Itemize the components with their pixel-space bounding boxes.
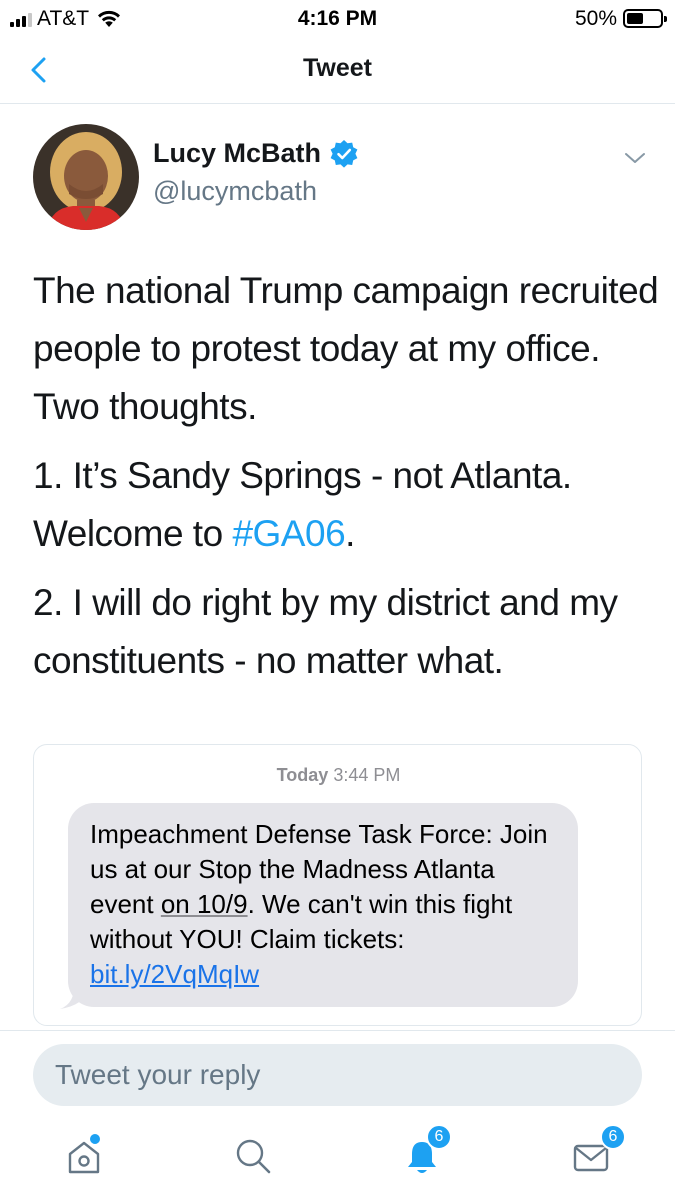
status-bar: AT&T 4:16 PM 50%: [0, 0, 675, 36]
author-display-name[interactable]: Lucy McBath: [153, 138, 359, 169]
message-clock: 3:44 PM: [333, 765, 401, 785]
tab-home[interactable]: [62, 1134, 112, 1184]
tweet-paragraph: 2. I will do right by my district and my…: [33, 582, 618, 681]
tweet-welcome-text: Welcome to: [33, 513, 233, 554]
notifications-badge: 6: [426, 1124, 452, 1150]
tweet-paragraph: 1. It’s Sandy Springs - not Atlanta. Wel…: [33, 447, 663, 563]
tab-search[interactable]: [231, 1134, 281, 1184]
new-content-dot: [90, 1134, 100, 1144]
search-icon: [236, 1139, 271, 1174]
hashtag-link[interactable]: #GA06: [232, 513, 345, 554]
tab-messages[interactable]: 6: [570, 1124, 626, 1184]
author-handle[interactable]: @lucymcbath: [153, 176, 317, 207]
tweet-punctuation: .: [345, 513, 355, 554]
battery-icon: [623, 9, 667, 28]
tab-bar: 6 6: [0, 1120, 675, 1200]
tweet-paragraph-text: 1. It’s Sandy Springs - not Atlanta.: [33, 455, 572, 496]
divider: [0, 1030, 675, 1031]
status-time: 4:16 PM: [297, 7, 378, 30]
tweet-media-image[interactable]: Today 3:44 PM Impeachment Defense Task F…: [33, 744, 642, 1026]
message-timestamp: Today 3:44 PM: [34, 765, 641, 786]
reply-input[interactable]: Tweet your reply: [33, 1044, 642, 1106]
verified-badge-icon: [330, 139, 358, 168]
chevron-down-icon: [625, 153, 645, 163]
message-bubble: Impeachment Defense Task Force: Join us …: [68, 803, 578, 1007]
author-name-text: Lucy McBath: [153, 138, 322, 168]
messages-badge: 6: [600, 1124, 626, 1150]
battery-percentage: 50%: [574, 7, 617, 30]
tab-notifications[interactable]: 6: [400, 1124, 452, 1184]
message-date: on 10/9: [160, 889, 248, 919]
message-link: bit.ly/2VqMqIw: [90, 959, 260, 989]
tweet-body: The national Trump campaign recruited pe…: [33, 262, 663, 701]
reply-placeholder: Tweet your reply: [55, 1059, 261, 1090]
tweet-paragraph: The national Trump campaign recruited pe…: [33, 270, 659, 427]
page-title: Tweet: [303, 54, 372, 82]
message-day: Today: [276, 765, 329, 785]
author-avatar[interactable]: [33, 124, 139, 230]
tweet-options-button[interactable]: [622, 148, 648, 168]
navigation-bar: Tweet: [0, 36, 675, 104]
